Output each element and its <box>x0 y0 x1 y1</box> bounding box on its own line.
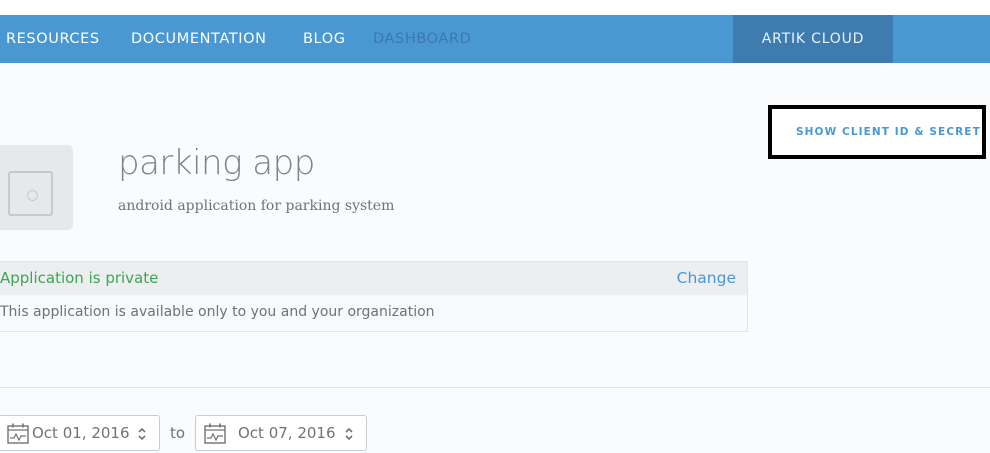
nav-dashboard[interactable]: DASHBOARD <box>373 15 471 63</box>
privacy-panel: Application is private Change This appli… <box>0 261 748 332</box>
section-divider <box>0 387 990 388</box>
end-date-picker[interactable]: Oct 07, 2016 <box>195 415 367 451</box>
privacy-panel-header: Application is private Change <box>0 262 747 295</box>
spinner-icon[interactable] <box>137 425 147 443</box>
nav-documentation[interactable]: DOCUMENTATION <box>131 15 267 63</box>
nav-artik-cloud[interactable]: ARTIK CLOUD <box>733 15 893 63</box>
app-icon-dot <box>27 190 38 201</box>
start-date-value: Oct 01, 2016 <box>32 424 130 442</box>
start-date-picker[interactable]: Oct 01, 2016 <box>0 415 160 451</box>
spinner-icon[interactable] <box>344 425 354 443</box>
calendar-icon <box>7 423 29 444</box>
calendar-icon <box>204 423 226 444</box>
date-range-separator: to <box>170 424 186 442</box>
show-client-id-secret-button[interactable]: SHOW CLIENT ID & SECRET <box>768 105 986 159</box>
app-icon-frame <box>8 171 53 216</box>
top-navbar: RESOURCES DOCUMENTATION BLOG DASHBOARD A… <box>0 15 990 63</box>
app-placeholder-icon <box>0 145 73 230</box>
nav-resources[interactable]: RESOURCES <box>6 15 100 63</box>
app-title: parking app <box>118 143 315 183</box>
app-description: android application for parking system <box>118 198 395 214</box>
page: RESOURCES DOCUMENTATION BLOG DASHBOARD A… <box>0 0 990 453</box>
end-date-value: Oct 07, 2016 <box>238 424 336 442</box>
top-strip <box>0 0 990 15</box>
change-privacy-link[interactable]: Change <box>677 269 736 287</box>
nav-blog[interactable]: BLOG <box>303 15 346 63</box>
privacy-description: This application is available only to yo… <box>0 304 435 320</box>
privacy-status: Application is private <box>0 269 159 287</box>
